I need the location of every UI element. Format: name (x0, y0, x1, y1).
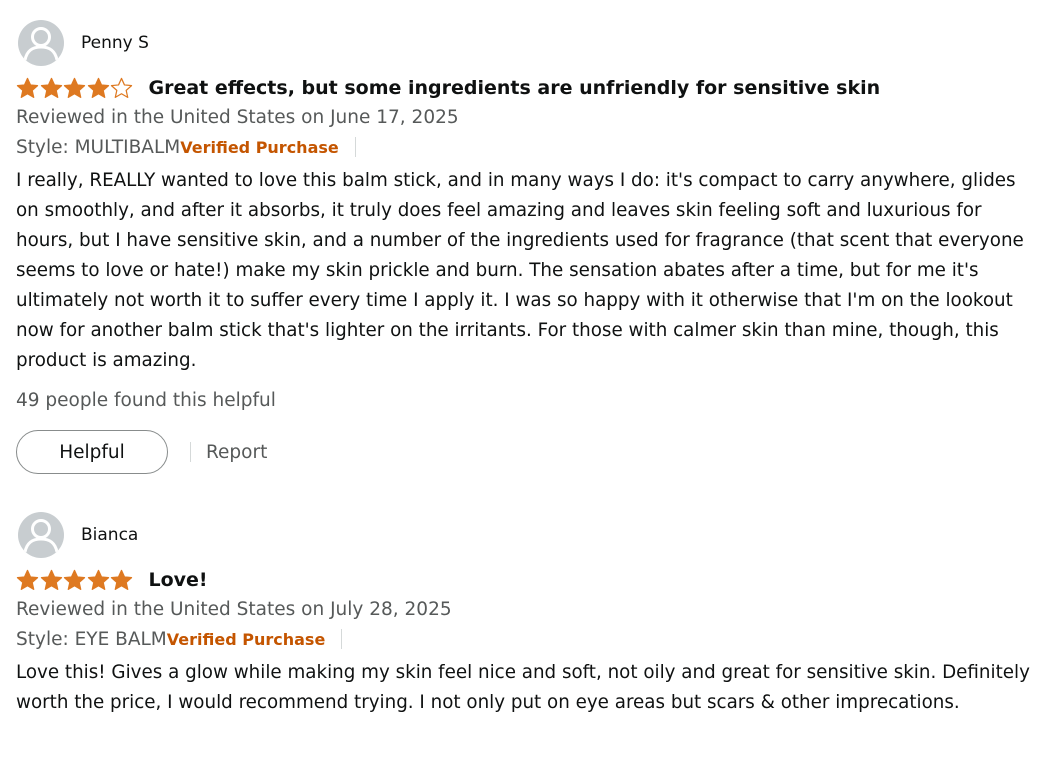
star-filled-icon (63, 77, 86, 98)
verified-purchase-badge: Verified Purchase (180, 137, 339, 157)
review-card: Bianca Love! Reviewed in the United Stat… (0, 475, 1039, 718)
reviewer-profile[interactable]: Penny S (16, 20, 1039, 66)
divider (354, 137, 356, 157)
review-body: I really, REALLY wanted to love this bal… (16, 170, 1024, 371)
review-body: Love this! Gives a glow while making my … (16, 662, 1030, 713)
review-card: Penny S Great effects, but some ingredie… (0, 0, 1039, 475)
review-meta: Style: MULTIBALM Verified Purchase (16, 132, 1039, 162)
star-outline-icon (110, 77, 133, 98)
report-link[interactable]: Report (206, 442, 267, 463)
star-filled-icon (40, 77, 62, 98)
helpful-button[interactable]: Helpful (16, 430, 168, 474)
review-title-row: Great effects, but some ingredients are … (16, 74, 1039, 102)
star-filled-icon (110, 569, 133, 590)
review-date: Reviewed in the United States on July 28… (16, 599, 452, 620)
divider (341, 629, 343, 649)
helpful-count: 49 people found this helpful (16, 390, 276, 411)
review-actions: Helpful Report (16, 429, 1039, 475)
review-title-row: Love! (16, 566, 1039, 594)
divider (190, 442, 191, 462)
user-avatar-icon (18, 512, 64, 558)
review-title[interactable]: Great effects, but some ingredients are … (149, 77, 881, 99)
star-filled-icon (87, 569, 109, 590)
reviewer-name[interactable]: Penny S (81, 33, 149, 53)
verified-purchase-badge: Verified Purchase (166, 629, 326, 649)
star-filled-icon (87, 77, 109, 98)
star-rating[interactable] (16, 77, 134, 99)
product-style[interactable]: Style: MULTIBALM (16, 137, 180, 158)
reviewer-profile[interactable]: Bianca (16, 512, 1039, 558)
star-filled-icon (63, 569, 86, 590)
star-rating[interactable] (16, 569, 134, 591)
star-filled-icon (40, 569, 62, 590)
star-filled-icon (16, 77, 39, 98)
user-avatar-icon (18, 20, 64, 66)
star-filled-icon (16, 569, 39, 590)
review-meta: Style: EYE BALM Verified Purchase (16, 624, 1039, 654)
review-title[interactable]: Love! (149, 569, 208, 591)
product-style[interactable]: Style: EYE BALM (16, 629, 167, 650)
review-date: Reviewed in the United States on June 17… (16, 107, 459, 128)
reviewer-name[interactable]: Bianca (81, 525, 138, 545)
